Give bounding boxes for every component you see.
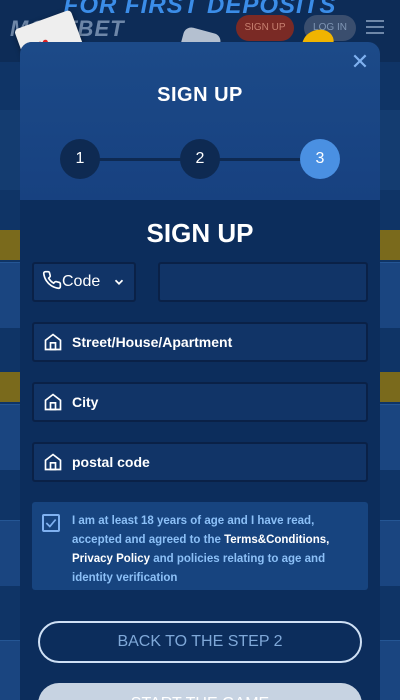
modal-title: SIGN UP <box>157 84 243 106</box>
street-input[interactable]: Street/House/Apartment <box>32 322 368 362</box>
chevron-down-icon <box>112 275 126 289</box>
step-3: 3 <box>300 139 340 179</box>
menu-icon <box>366 20 384 38</box>
phone-icon <box>42 270 62 295</box>
terms-conditions-link[interactable]: Terms&Conditions <box>224 534 326 546</box>
form-title: SIGN UP <box>146 218 254 248</box>
street-label: Street/House/Apartment <box>72 334 233 350</box>
header-signup-button: SIGN UP <box>236 15 294 41</box>
terms-text: I am at least 18 years of age and I have… <box>72 512 352 588</box>
country-code-select[interactable]: Code <box>32 262 136 302</box>
home-icon <box>42 451 64 473</box>
city-label: City <box>72 394 99 410</box>
postal-code-input[interactable]: postal code <box>32 442 368 482</box>
step-indicator: 1 2 3 <box>60 139 340 179</box>
postal-code-label: postal code <box>72 454 150 470</box>
privacy-policy-link[interactable]: Privacy Policy <box>72 553 150 565</box>
back-to-step-2-button[interactable]: BACK TO THE STEP 2 <box>38 621 362 663</box>
modal-header: ✕ SIGN UP 1 2 3 <box>20 42 380 200</box>
signup-modal: ✕ SIGN UP 1 2 3 SIGN UP Code Street/Hous… <box>20 42 380 700</box>
home-icon <box>42 331 64 353</box>
country-code-label: Code <box>62 273 101 290</box>
close-icon[interactable]: ✕ <box>350 51 370 73</box>
step-2: 2 <box>180 139 220 179</box>
step-1: 1 <box>60 139 100 179</box>
check-icon <box>45 518 57 528</box>
home-icon <box>42 391 64 413</box>
terms-separator: , <box>326 534 330 546</box>
terms-agreement: I am at least 18 years of age and I have… <box>32 502 368 590</box>
terms-checkbox[interactable] <box>42 514 60 532</box>
city-input[interactable]: City <box>32 382 368 422</box>
start-game-button[interactable]: START THE GAME <box>38 683 362 700</box>
phone-input[interactable] <box>158 262 368 302</box>
